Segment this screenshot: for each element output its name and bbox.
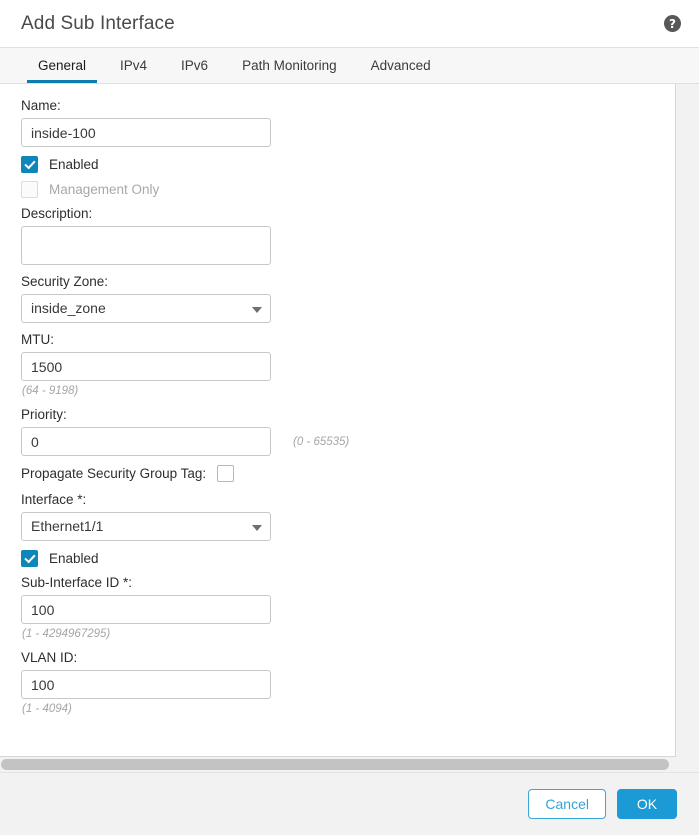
mtu-label: MTU:	[21, 332, 675, 348]
field-priority: Priority: (0 - 65535)	[21, 407, 675, 456]
interface-enabled-checkbox[interactable]	[21, 550, 38, 567]
dialog-title: Add Sub Interface	[21, 13, 175, 35]
tab-ipv4-label: IPv4	[120, 58, 147, 73]
field-name: Name:	[21, 98, 675, 147]
security-zone-value[interactable]: inside_zone	[21, 294, 271, 323]
name-input[interactable]	[21, 118, 271, 147]
interface-select[interactable]: Ethernet1/1	[21, 512, 271, 541]
field-description: Description:	[21, 206, 675, 265]
priority-label: Priority:	[21, 407, 675, 423]
tab-advanced-label: Advanced	[371, 58, 431, 73]
tab-general-label: General	[38, 58, 86, 73]
tab-ipv4[interactable]: IPv4	[103, 48, 164, 83]
sub-interface-id-input[interactable]	[21, 595, 271, 624]
sub-interface-id-label: Sub-Interface ID *:	[21, 575, 675, 591]
vlan-id-hint: (1 - 4094)	[22, 702, 675, 716]
propagate-sgt-row: Propagate Security Group Tag:	[21, 465, 675, 482]
tab-path-monitoring[interactable]: Path Monitoring	[225, 48, 354, 83]
help-circle-icon[interactable]: ?	[664, 15, 681, 32]
priority-input[interactable]	[21, 427, 271, 456]
description-input[interactable]	[21, 226, 271, 265]
tab-ipv6[interactable]: IPv6	[164, 48, 225, 83]
management-only-checkbox-row: Management Only	[21, 181, 675, 198]
field-vlan-id: VLAN ID: (1 - 4094)	[21, 650, 675, 716]
dialog-footer: Cancel OK	[0, 772, 699, 835]
priority-row: (0 - 65535)	[21, 427, 675, 456]
field-sub-interface-id: Sub-Interface ID *: (1 - 4294967295)	[21, 575, 675, 641]
vlan-id-input[interactable]	[21, 670, 271, 699]
tab-ipv6-label: IPv6	[181, 58, 208, 73]
mtu-hint: (64 - 9198)	[22, 384, 675, 398]
enabled-checkbox-label: Enabled	[49, 157, 99, 172]
field-security-zone: Security Zone: inside_zone	[21, 274, 675, 323]
interface-enabled-checkbox-row[interactable]: Enabled	[21, 550, 675, 567]
interface-enabled-checkbox-label: Enabled	[49, 551, 99, 566]
tab-advanced[interactable]: Advanced	[354, 48, 448, 83]
propagate-sgt-checkbox[interactable]	[217, 465, 234, 482]
dialog-tabbar: General IPv4 IPv6 Path Monitoring Advanc…	[0, 48, 699, 84]
name-label: Name:	[21, 98, 675, 114]
general-tab-panel: Name: Enabled Management Only Descriptio…	[0, 84, 676, 757]
propagate-sgt-label: Propagate Security Group Tag:	[21, 466, 206, 481]
security-zone-label: Security Zone:	[21, 274, 675, 290]
security-zone-select[interactable]: inside_zone	[21, 294, 271, 323]
management-only-checkbox-label: Management Only	[49, 182, 159, 197]
field-interface: Interface *: Ethernet1/1	[21, 492, 675, 541]
interface-label: Interface *:	[21, 492, 675, 508]
field-mtu: MTU: (64 - 9198)	[21, 332, 675, 398]
vlan-id-label: VLAN ID:	[21, 650, 675, 666]
dialog-titlebar: Add Sub Interface ?	[0, 0, 699, 48]
horizontal-scrollbar-thumb[interactable]	[1, 759, 669, 770]
dialog-body: Name: Enabled Management Only Descriptio…	[0, 84, 699, 772]
enabled-checkbox[interactable]	[21, 156, 38, 173]
mtu-input[interactable]	[21, 352, 271, 381]
add-sub-interface-dialog: Add Sub Interface ? General IPv4 IPv6 Pa…	[0, 0, 699, 835]
enabled-checkbox-row[interactable]: Enabled	[21, 156, 675, 173]
ok-button[interactable]: OK	[617, 789, 677, 819]
interface-value[interactable]: Ethernet1/1	[21, 512, 271, 541]
cancel-button[interactable]: Cancel	[528, 789, 606, 819]
management-only-checkbox	[21, 181, 38, 198]
tab-path-monitoring-label: Path Monitoring	[242, 58, 337, 73]
priority-hint: (0 - 65535)	[293, 436, 349, 448]
tab-general[interactable]: General	[21, 48, 103, 83]
sub-interface-id-hint: (1 - 4294967295)	[22, 627, 675, 641]
description-label: Description:	[21, 206, 675, 222]
horizontal-scrollbar[interactable]	[0, 757, 699, 772]
